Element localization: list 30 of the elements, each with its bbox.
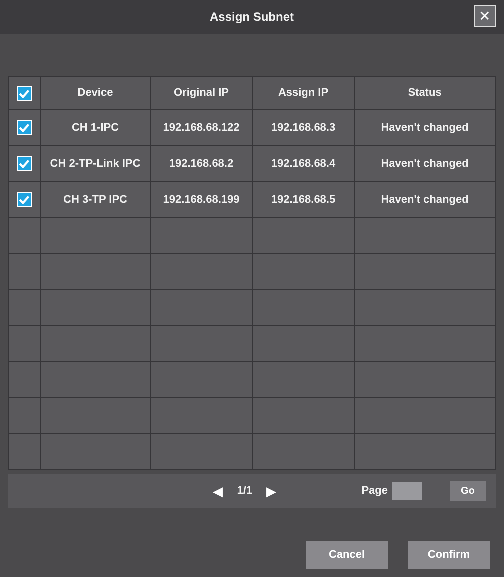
select-all-checkbox[interactable] bbox=[17, 86, 32, 100]
table-cell: 192.168.68.199 bbox=[163, 194, 240, 206]
window-title: Assign Subnet bbox=[210, 10, 294, 24]
table-cell: 192.168.68.4 bbox=[271, 158, 336, 170]
row-checkbox[interactable] bbox=[17, 120, 32, 135]
table-cell: CH 1-IPC bbox=[72, 122, 120, 134]
previous-page-button[interactable]: ◀ bbox=[213, 484, 224, 498]
next-page-button[interactable]: ▶ bbox=[266, 484, 276, 498]
page-label: Page bbox=[362, 485, 388, 497]
table-cell: Haven't changed bbox=[381, 158, 469, 170]
dialog-button[interactable]: Confirm bbox=[408, 541, 490, 569]
table-cell: 192.168.68.2 bbox=[169, 158, 234, 170]
row-checkbox[interactable] bbox=[17, 192, 32, 207]
dialog-button[interactable]: Cancel bbox=[306, 541, 388, 569]
column-header: Device bbox=[78, 87, 114, 99]
close-button[interactable]: ✕ bbox=[474, 5, 496, 27]
column-header: Assign IP bbox=[278, 87, 329, 99]
table-cell: CH 3-TP IPC bbox=[64, 194, 128, 206]
table-cell: 192.168.68.3 bbox=[271, 122, 336, 134]
table-cell: 192.168.68.5 bbox=[271, 194, 336, 206]
go-button[interactable]: Go bbox=[450, 481, 486, 501]
page-input-field[interactable] bbox=[392, 482, 422, 500]
table-cell: Haven't changed bbox=[381, 194, 469, 206]
column-header: Status bbox=[408, 87, 442, 99]
row-checkbox[interactable] bbox=[17, 156, 32, 171]
table-cell: Haven't changed bbox=[381, 122, 469, 134]
table-cell: 192.168.68.122 bbox=[163, 122, 240, 134]
page-indicator: 1/1 bbox=[237, 485, 252, 497]
table-cell: CH 2-TP-Link IPC bbox=[50, 158, 141, 170]
column-header: Original IP bbox=[174, 87, 229, 99]
